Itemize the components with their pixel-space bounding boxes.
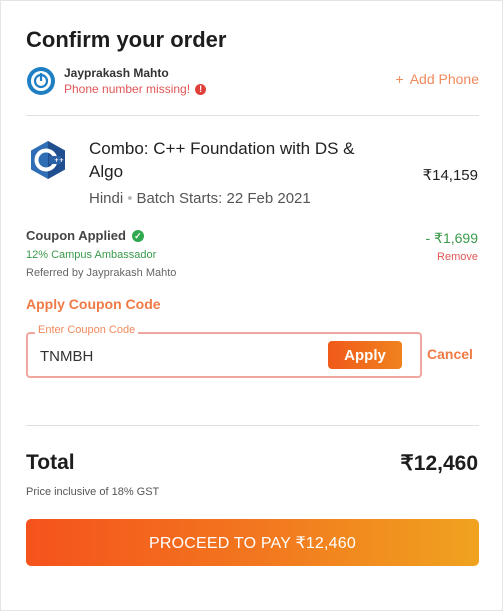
divider	[26, 115, 479, 116]
coupon-input[interactable]	[38, 344, 312, 368]
plus-icon: +	[395, 71, 404, 87]
order-card: Confirm your order Jayprakash Mahto Phon…	[0, 0, 503, 611]
warning-icon: !	[195, 83, 207, 95]
proceed-to-pay-button[interactable]: PROCEED TO PAY ₹12,460	[26, 519, 479, 566]
total-value: ₹12,460	[400, 452, 478, 475]
cpp-logo-icon: ++	[31, 141, 65, 179]
page-title: Confirm your order	[26, 27, 227, 52]
batch-start: Batch Starts: 22 Feb 2021	[136, 190, 311, 207]
remove-coupon-link[interactable]: Remove	[437, 251, 478, 263]
gst-note: Price inclusive of 18% GST	[26, 486, 160, 498]
user-name: Jayprakash Mahto	[64, 66, 169, 80]
coupon-field: Enter Coupon Code Apply	[26, 324, 422, 378]
divider	[26, 425, 479, 426]
cancel-button[interactable]: Cancel	[427, 346, 473, 362]
apply-button[interactable]: Apply	[328, 341, 402, 369]
referred-by: Referred by Jayprakash Mahto	[26, 267, 177, 279]
separator-dot: •	[127, 190, 133, 207]
course-title: Combo: C++ Foundation with DS & Algo	[89, 139, 355, 181]
phone-warning: Phone number missing! !	[64, 82, 207, 96]
add-phone-label: Add Phone	[409, 71, 479, 87]
check-icon: ✓	[131, 229, 144, 242]
add-phone-link[interactable]: + Add Phone	[396, 71, 479, 87]
coupon-description: 12% Campus Ambassador	[26, 249, 157, 261]
total-label: Total	[26, 451, 75, 474]
svg-text:++: ++	[54, 157, 64, 164]
course-language: Hindi	[89, 190, 124, 207]
discount-amount: - ₹1,699	[425, 230, 479, 246]
user-row: Jayprakash Mahto Phone number missing! !…	[26, 64, 481, 98]
apply-coupon-code-label[interactable]: Apply Coupon Code	[26, 296, 161, 312]
course-price: ₹14,159	[422, 167, 478, 184]
coupon-input-legend: Enter Coupon Code	[35, 324, 139, 336]
course-meta: Hindi • Batch Starts: 22 Feb 2021	[89, 190, 311, 207]
coupon-applied: Coupon Applied ✓	[26, 228, 144, 243]
user-avatar-icon	[27, 67, 55, 95]
coupon-applied-label: Coupon Applied	[26, 228, 126, 243]
phone-warning-text: Phone number missing!	[64, 82, 191, 96]
